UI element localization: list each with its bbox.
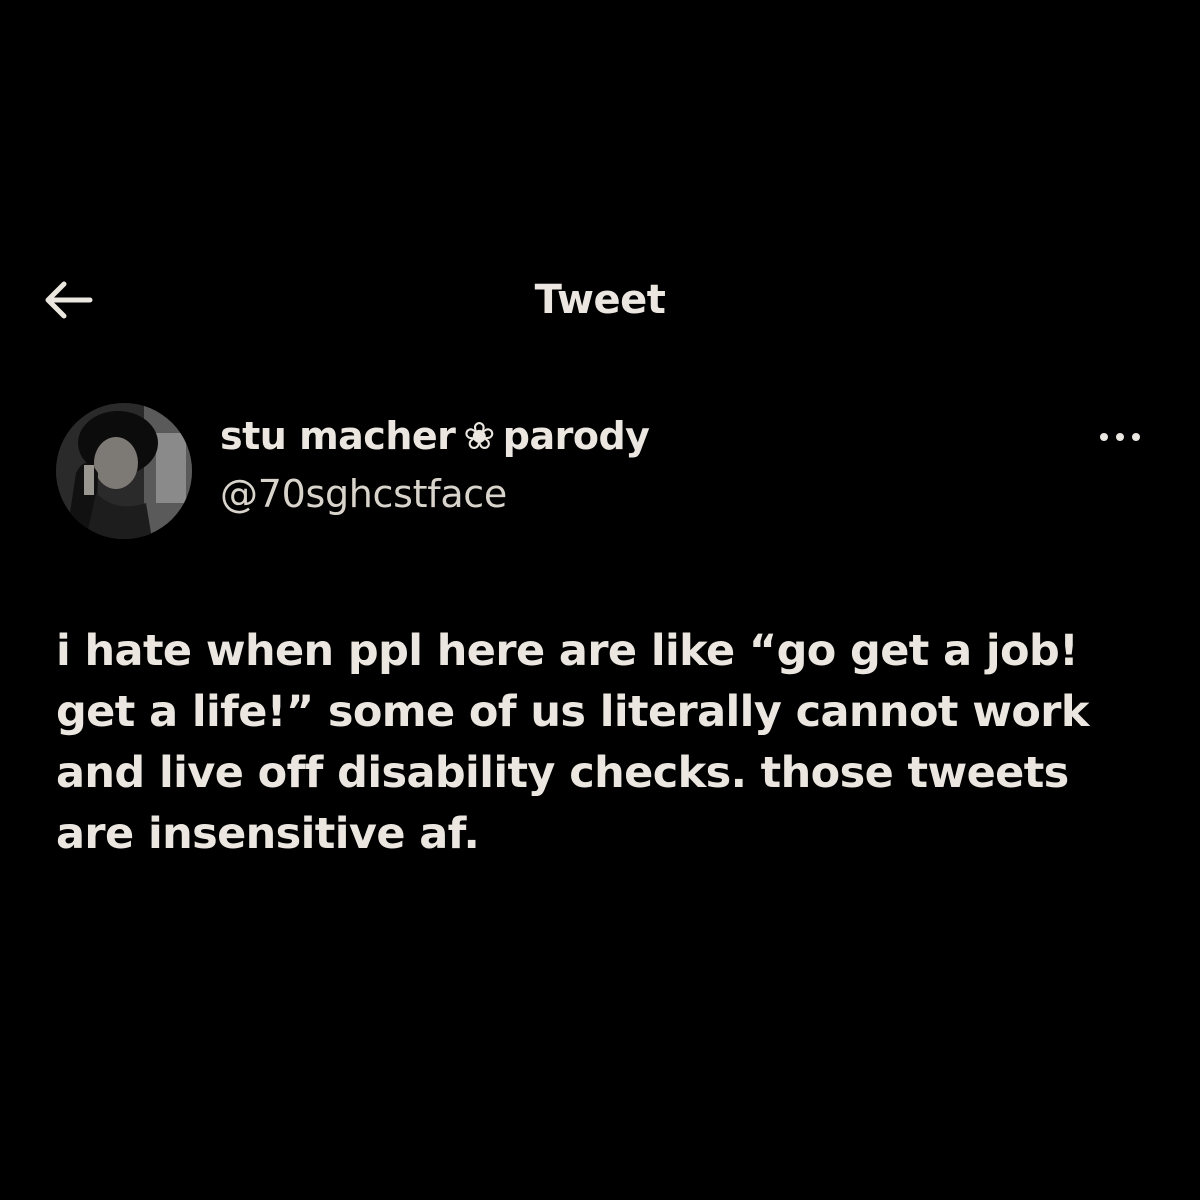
top-bar: Tweet	[0, 262, 1200, 338]
avatar[interactable]	[56, 403, 192, 539]
more-options-button[interactable]	[1096, 423, 1144, 451]
avatar-photo	[56, 403, 192, 539]
flower-icon: ❀	[463, 414, 495, 458]
author-name-suffix: parody	[502, 414, 650, 458]
tweet-text: i hate when ppl here are like “go get a …	[56, 626, 1089, 859]
author-handle[interactable]: @70sghcstface	[220, 471, 507, 517]
author-display-name: stu macher	[220, 414, 456, 458]
page-title: Tweet	[534, 277, 666, 323]
author-name[interactable]: stu macher ❀ parody	[220, 413, 650, 459]
more-horizontal-icon	[1100, 433, 1140, 441]
